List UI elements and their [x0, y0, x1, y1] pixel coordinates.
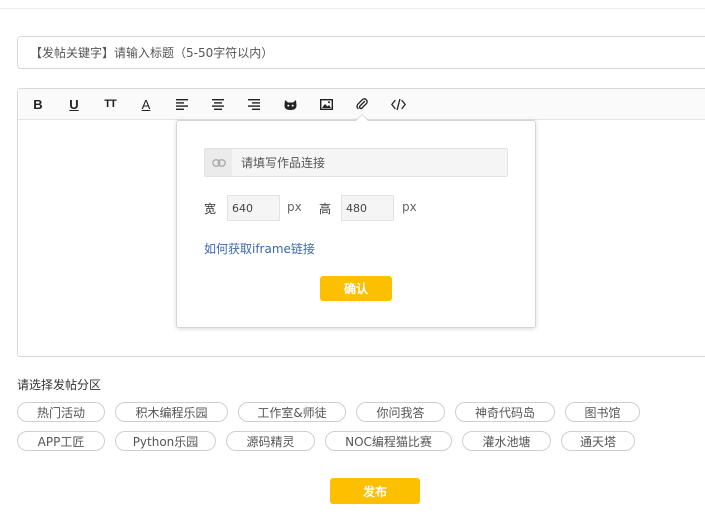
top-divider — [0, 8, 705, 9]
category-babel-tower[interactable]: 通天塔 — [561, 431, 635, 451]
confirm-button[interactable]: 确认 — [320, 276, 392, 301]
popover-arrow-inner — [356, 115, 368, 121]
category-block-coding[interactable]: 积木编程乐园 — [115, 402, 228, 422]
image-icon — [319, 98, 333, 110]
category-qa[interactable]: 你问我答 — [356, 402, 445, 422]
image-button[interactable] — [313, 89, 339, 119]
align-right-icon — [248, 98, 260, 110]
underline-icon: U — [69, 96, 79, 112]
category-app-maker[interactable]: APP工匠 — [17, 431, 105, 451]
width-unit: px — [287, 200, 302, 214]
publish-button[interactable]: 发布 — [330, 478, 420, 504]
align-left-icon — [176, 98, 188, 110]
cat-icon — [284, 99, 296, 110]
category-python[interactable]: Python乐园 — [115, 431, 216, 451]
category-hot-events[interactable]: 热门活动 — [17, 402, 105, 422]
align-center-icon — [212, 98, 224, 110]
link-url-input[interactable] — [233, 149, 503, 176]
bold-button[interactable]: B — [25, 89, 51, 119]
text-size-icon: TT — [104, 98, 116, 110]
title-input[interactable] — [17, 36, 705, 69]
category-code-island[interactable]: 神奇代码岛 — [455, 402, 555, 422]
category-studio-mentor[interactable]: 工作室&师徒 — [238, 402, 346, 422]
font-color-button[interactable]: A — [133, 89, 159, 119]
code-button[interactable] — [385, 89, 411, 119]
paperclip-icon — [356, 98, 368, 110]
align-left-button[interactable] — [169, 89, 195, 119]
height-input[interactable] — [341, 195, 394, 221]
code-icon — [390, 98, 406, 110]
link-icon — [205, 149, 232, 176]
width-input[interactable] — [227, 195, 280, 221]
category-source-sprite[interactable]: 源码精灵 — [226, 431, 315, 451]
width-label: 宽 — [204, 202, 217, 216]
iframe-help-link[interactable]: 如何获取iframe链接 — [204, 240, 315, 257]
link-field — [204, 148, 508, 177]
embed-link-popover: 宽 px 高 px 如何获取iframe链接 确认 — [176, 120, 536, 328]
category-water-pond[interactable]: 灌水池塘 — [462, 431, 551, 451]
align-center-button[interactable] — [205, 89, 231, 119]
underline-button[interactable]: U — [61, 89, 87, 119]
font-color-icon: A — [141, 96, 151, 112]
font-size-button[interactable]: TT — [97, 89, 123, 119]
emoji-button[interactable] — [277, 89, 303, 119]
height-label: 高 — [319, 202, 332, 216]
section-label: 请选择发帖分区 — [17, 378, 102, 392]
height-unit: px — [402, 200, 417, 214]
category-noc-contest[interactable]: NOC编程猫比赛 — [325, 431, 452, 451]
align-right-button[interactable] — [241, 89, 267, 119]
bold-icon: B — [33, 96, 43, 112]
category-library[interactable]: 图书馆 — [565, 402, 640, 422]
